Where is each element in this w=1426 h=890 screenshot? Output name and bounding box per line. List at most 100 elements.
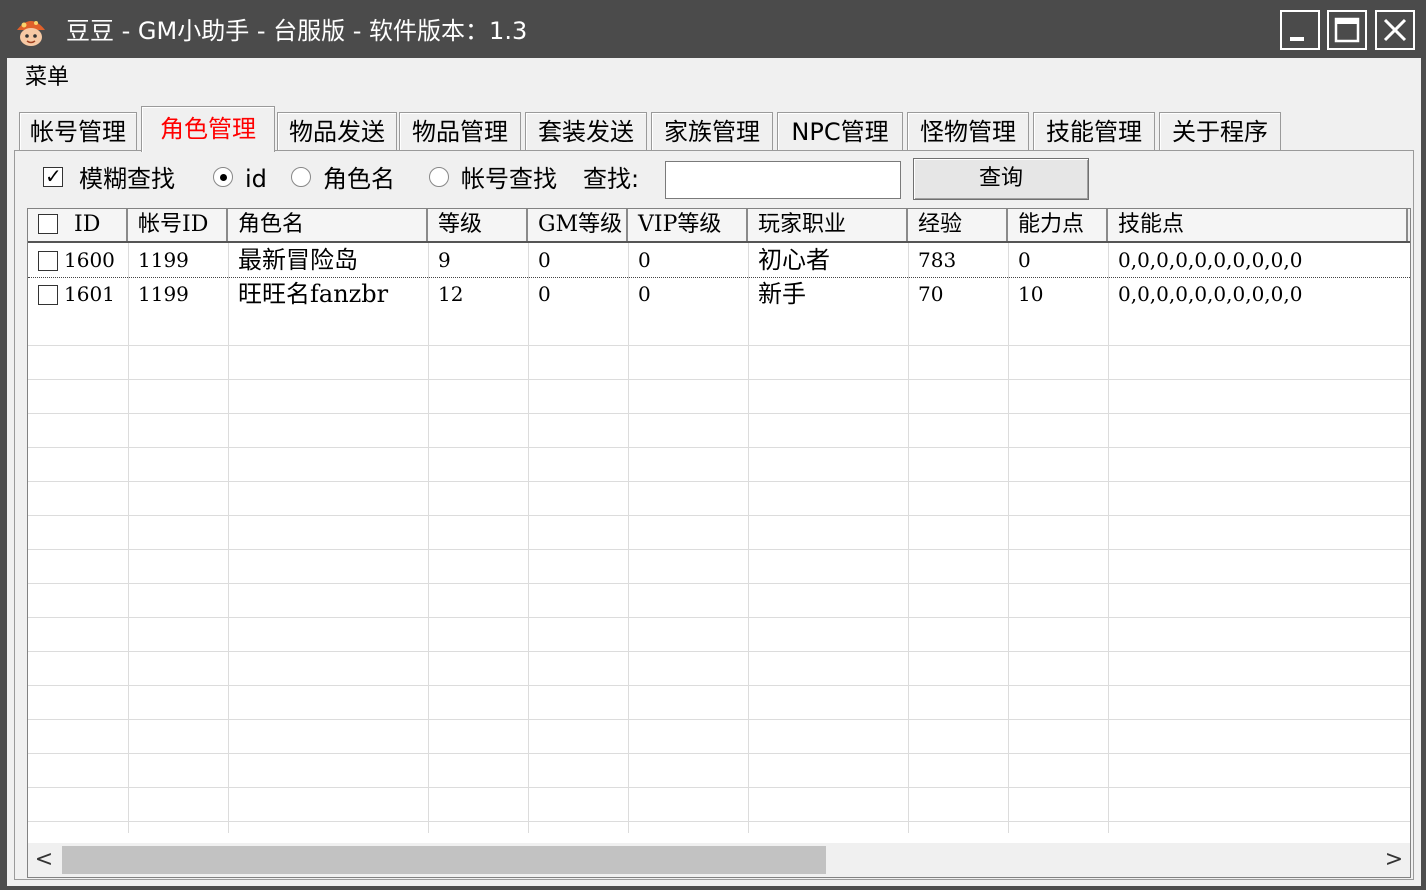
search-input[interactable] [665,161,901,199]
maximize-button[interactable] [1327,10,1367,50]
radio-role-name-label: 角色名 [323,165,395,193]
minimize-button[interactable] [1280,10,1320,50]
grid-line [28,413,1410,414]
radio-account-search-label: 帐号查找 [461,165,557,193]
grid-line [128,243,129,833]
cell-vip-level: 0 [638,282,651,306]
menu-main[interactable]: 菜单 [17,62,77,94]
window-title: 豆豆 - GM小助手 - 台服版 - 软件版本：1.3 [66,17,528,45]
grid-line [28,447,1410,448]
cell-id: 1601 [64,282,115,306]
role-tab-panel: ✓ 模糊查找 id 角色名 帐号查找 查找: 查询 ID 帐号ID 角色名 等级… [14,150,1414,880]
cell-role-name: 最新冒险岛 [238,246,358,274]
cell-role-name: 旺旺名fanzbr [238,280,389,308]
cell-ability-points: 10 [1018,282,1044,306]
client-area: 菜单 帐号管理 角色管理 物品发送 物品管理 套装发送 家族管理 NPC管理 怪… [7,58,1421,886]
cell-exp: 70 [918,282,944,306]
grid-line [28,549,1410,550]
cell-id: 1600 [64,248,115,272]
fuzzy-search-label: 模糊查找 [79,165,175,193]
cell-gm-level: 0 [538,282,551,306]
tab-npc[interactable]: NPC管理 [777,112,903,150]
col-header-vip-level[interactable]: VIP等级 [628,209,748,241]
check-icon: ✓ [45,164,62,188]
tab-item-send[interactable]: 物品发送 [277,112,397,150]
table-header: ID 帐号ID 角色名 等级 GM等级 VIP等级 玩家职业 经验 能力点 技能… [28,209,1410,243]
grid-line [1108,243,1109,833]
mushroom-app-icon [17,21,45,46]
row-checkbox[interactable] [38,251,58,271]
tab-suit-send[interactable]: 套装发送 [525,112,647,150]
grid-line [28,719,1410,720]
radio-id[interactable] [213,167,233,187]
grid-line [28,515,1410,516]
cell-job: 新手 [758,280,806,308]
table-row[interactable]: 1601 1199 旺旺名fanzbr 12 0 0 新手 70 10 0,0,… [28,277,1410,311]
select-all-checkbox[interactable] [38,214,58,234]
scroll-right-button[interactable]: > [1378,843,1410,877]
cell-job: 初心者 [758,246,830,274]
grid-line [28,821,1410,822]
table-row[interactable]: 1600 1199 最新冒险岛 9 0 0 初心者 783 0 0,0,0,0,… [28,243,1410,278]
cell-vip-level: 0 [638,248,651,272]
cell-level: 9 [438,248,451,272]
col-header-role-name[interactable]: 角色名 [228,209,428,241]
grid-line [28,345,1410,346]
cell-account-id: 1199 [138,248,189,272]
scroll-left-button[interactable]: < [28,843,60,877]
grid-line [28,651,1410,652]
row-checkbox[interactable] [38,285,58,305]
menu-bar: 菜单 [7,58,1421,98]
grid-line [628,243,629,833]
radio-selected-dot [220,174,227,181]
grid-line [28,583,1410,584]
tab-about[interactable]: 关于程序 [1159,112,1281,150]
tab-family[interactable]: 家族管理 [651,112,773,150]
col-header-exp[interactable]: 经验 [908,209,1008,241]
tab-item-manage[interactable]: 物品管理 [399,112,521,150]
fuzzy-search-checkbox[interactable]: ✓ [43,164,63,188]
grid-line [228,243,229,833]
grid-line [28,379,1410,380]
maximize-icon [1334,17,1360,43]
cell-ability-points: 0 [1018,248,1031,272]
cell-account-id: 1199 [138,282,189,306]
title-bar[interactable]: 豆豆 - GM小助手 - 台服版 - 软件版本：1.3 [0,0,1426,60]
col-header-job[interactable]: 玩家职业 [748,209,908,241]
grid-line [1008,243,1009,833]
cell-gm-level: 0 [538,248,551,272]
col-header-skill-points[interactable]: 技能点 [1108,209,1408,241]
cell-skill-points: 0,0,0,0,0,0,0,0,0,0 [1118,282,1303,306]
cell-level: 12 [438,282,464,306]
find-label: 查找: [583,165,640,193]
tab-role[interactable]: 角色管理 [141,106,275,152]
grid-line [528,243,529,833]
close-button[interactable] [1375,10,1415,50]
tab-skill[interactable]: 技能管理 [1033,112,1155,150]
cell-exp: 783 [918,248,957,272]
grid-line [28,787,1410,788]
grid-line [28,753,1410,754]
search-bar: ✓ 模糊查找 id 角色名 帐号查找 查找: 查询 [15,151,1413,209]
horizontal-scrollbar[interactable]: < > [28,843,1410,877]
radio-id-label: id [245,165,267,193]
grid-line [908,243,909,833]
tab-account[interactable]: 帐号管理 [19,112,137,150]
query-button[interactable]: 查询 [913,158,1089,200]
radio-role-name[interactable] [291,167,311,187]
tab-monster[interactable]: 怪物管理 [907,112,1029,150]
grid-line [428,243,429,833]
minimize-icon [1290,37,1304,41]
col-header-gm-level[interactable]: GM等级 [528,209,628,241]
grid-line [28,617,1410,618]
col-header-level[interactable]: 等级 [428,209,528,241]
app-window: 豆豆 - GM小助手 - 台服版 - 软件版本：1.3 菜单 帐号管理 角色管理… [0,0,1426,890]
close-icon [1383,18,1407,42]
col-header-account-id[interactable]: 帐号ID [128,209,228,241]
tab-strip: 帐号管理 角色管理 物品发送 物品管理 套装发送 家族管理 NPC管理 怪物管理… [17,106,1417,152]
scroll-thumb[interactable] [62,846,826,874]
grid-line [748,243,749,833]
col-header-ability-points[interactable]: 能力点 [1008,209,1108,241]
radio-account-search[interactable] [429,167,449,187]
grid-line [28,481,1410,482]
